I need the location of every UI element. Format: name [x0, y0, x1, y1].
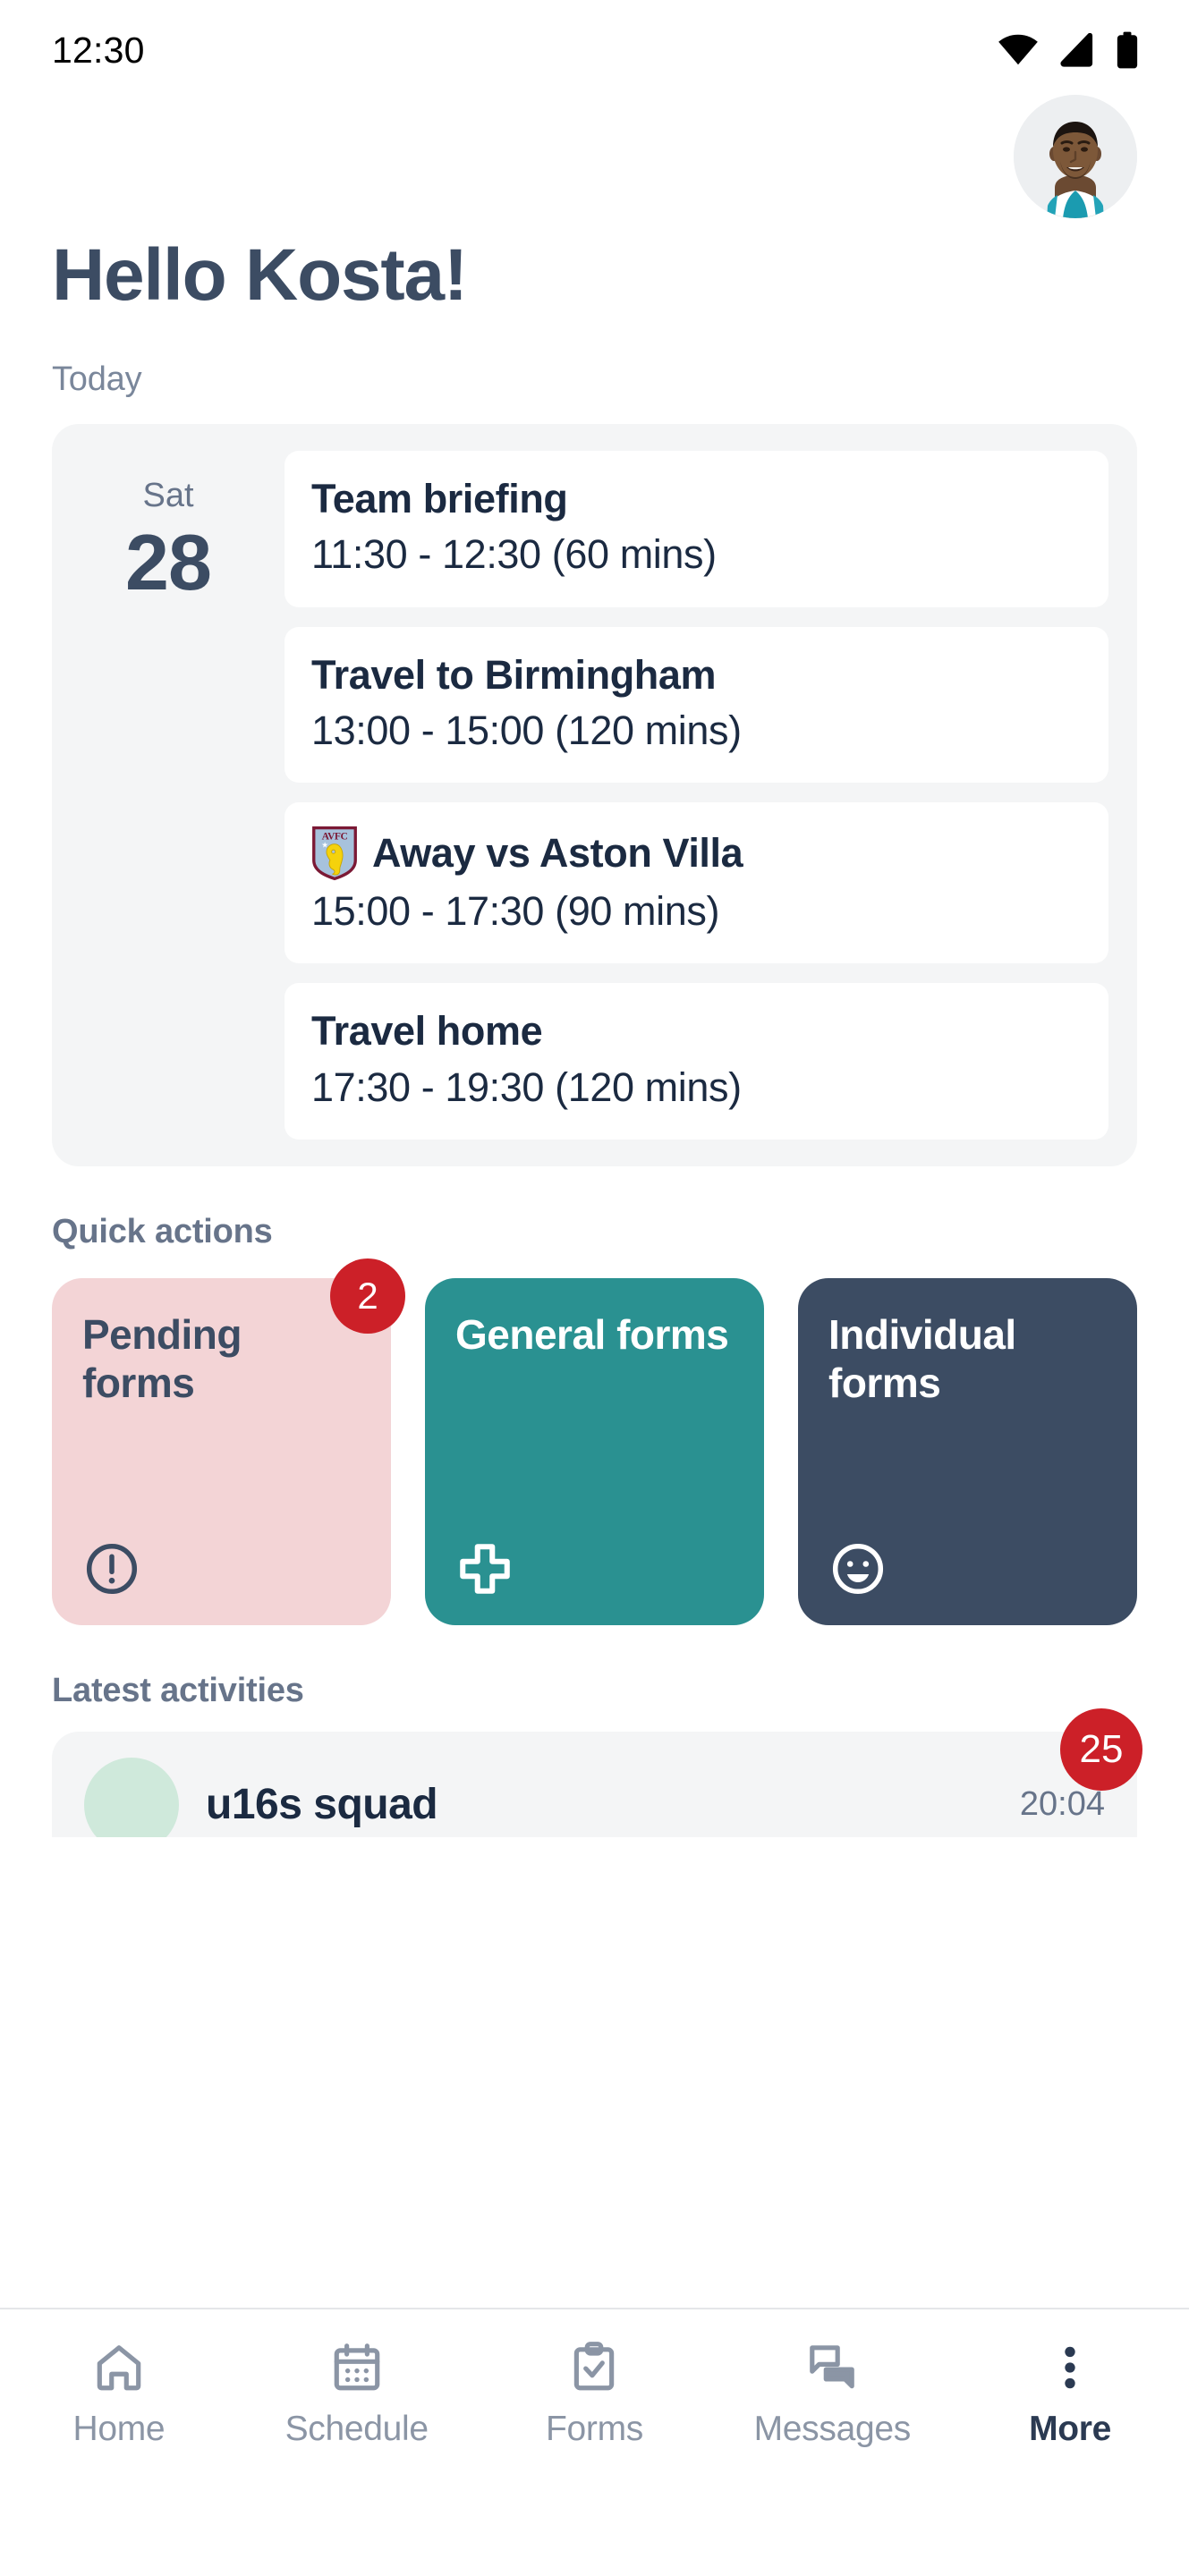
- event-time: 17:30 - 19:30 (120 mins): [311, 1063, 742, 1110]
- quick-action-individual-forms[interactable]: Individual forms: [798, 1277, 1137, 1625]
- smiley-face-icon: [828, 1539, 888, 1598]
- svg-text:AVFC: AVFC: [322, 831, 348, 843]
- quick-action-general-forms[interactable]: General forms: [425, 1277, 764, 1625]
- event-time: 15:00 - 17:30 (90 mins): [311, 888, 720, 935]
- nav-label: Forms: [545, 2410, 643, 2448]
- quick-actions-row: 2 Pending forms General forms Individual…: [52, 1258, 1137, 1625]
- bottom-navigation: Home Schedule Forms Messages More: [0, 2308, 1189, 2576]
- clipboard-check-icon: [566, 2340, 622, 2395]
- nav-item-home[interactable]: Home: [0, 2340, 238, 2449]
- event-time: 11:30 - 12:30 (60 mins): [311, 531, 717, 578]
- alert-circle-icon: [82, 1539, 141, 1598]
- status-bar-icons: [998, 31, 1139, 69]
- chat-bubbles-icon: [804, 2340, 860, 2395]
- nav-item-messages[interactable]: Messages: [713, 2340, 951, 2449]
- quick-action-label: Individual forms: [828, 1310, 1016, 1407]
- nav-item-forms[interactable]: Forms: [476, 2340, 714, 2449]
- schedule-day-number: 28: [125, 517, 212, 606]
- event-title: Away vs Aston Villa: [372, 829, 743, 876]
- latest-activities-label: Latest activities: [52, 1671, 304, 1709]
- quick-actions-label: Quick actions: [52, 1212, 273, 1250]
- battery-icon: [1116, 31, 1139, 69]
- aston-villa-crest-icon: AVFC: [312, 826, 357, 881]
- header-avatar-row: [0, 94, 1189, 218]
- activity-title: u16s squad: [206, 1781, 438, 1829]
- schedule-day-of-week: Sat: [142, 477, 194, 515]
- schedule-event-item[interactable]: AVFC Away vs Aston Villa 15:00 - 17:30 (…: [285, 802, 1108, 964]
- avatar[interactable]: [1014, 94, 1137, 218]
- nav-item-more[interactable]: More: [951, 2340, 1189, 2449]
- quick-action-label: Pending forms: [82, 1310, 242, 1407]
- latest-activities-badge: 25: [1060, 1707, 1142, 1791]
- schedule-event-item[interactable]: Team briefing 11:30 - 12:30 (60 mins): [285, 451, 1108, 607]
- pending-forms-badge: 2: [330, 1258, 405, 1334]
- activity-time: 20:04: [1019, 1785, 1105, 1824]
- calendar-icon: [329, 2340, 385, 2395]
- nav-label: Messages: [753, 2410, 912, 2448]
- status-bar: 12:30: [0, 0, 1189, 100]
- nav-label: Schedule: [285, 2410, 429, 2448]
- activity-avatar: [84, 1757, 179, 1837]
- plus-cross-icon: [455, 1539, 514, 1598]
- nav-label: More: [1029, 2410, 1112, 2448]
- status-bar-clock: 12:30: [52, 29, 145, 71]
- more-vertical-icon: [1042, 2340, 1098, 2395]
- nav-label: Home: [72, 2410, 166, 2448]
- schedule-event-item[interactable]: Travel home 17:30 - 19:30 (120 mins): [285, 983, 1108, 1140]
- cellular-signal-icon: [1058, 33, 1096, 67]
- wifi-icon: [998, 34, 1039, 66]
- activity-row[interactable]: u16s squad 20:04: [52, 1731, 1137, 1837]
- page-title: Hello Kosta!: [52, 234, 468, 316]
- event-title: Travel home: [311, 1008, 543, 1055]
- today-schedule-card: Sat 28 Team briefing 11:30 - 12:30 (60 m…: [52, 424, 1137, 1166]
- home-icon: [91, 2340, 147, 2395]
- event-title: Travel to Birmingham: [311, 651, 717, 698]
- schedule-event-list: Team briefing 11:30 - 12:30 (60 mins) Tr…: [285, 451, 1108, 1140]
- event-title-row: AVFC Away vs Aston Villa: [311, 826, 1082, 881]
- quick-action-pending-forms[interactable]: 2 Pending forms: [52, 1258, 405, 1625]
- schedule-date: Sat 28: [52, 451, 285, 1140]
- quick-action-label: General forms: [455, 1310, 729, 1358]
- schedule-event-item[interactable]: Travel to Birmingham 13:00 - 15:00 (120 …: [285, 626, 1108, 784]
- latest-activities-list: 25 u16s squad 20:04: [52, 1707, 1142, 1837]
- today-section-label: Today: [52, 360, 142, 399]
- nav-item-schedule[interactable]: Schedule: [238, 2340, 476, 2449]
- event-time: 13:00 - 15:00 (120 mins): [311, 707, 742, 753]
- event-title: Team briefing: [311, 476, 568, 522]
